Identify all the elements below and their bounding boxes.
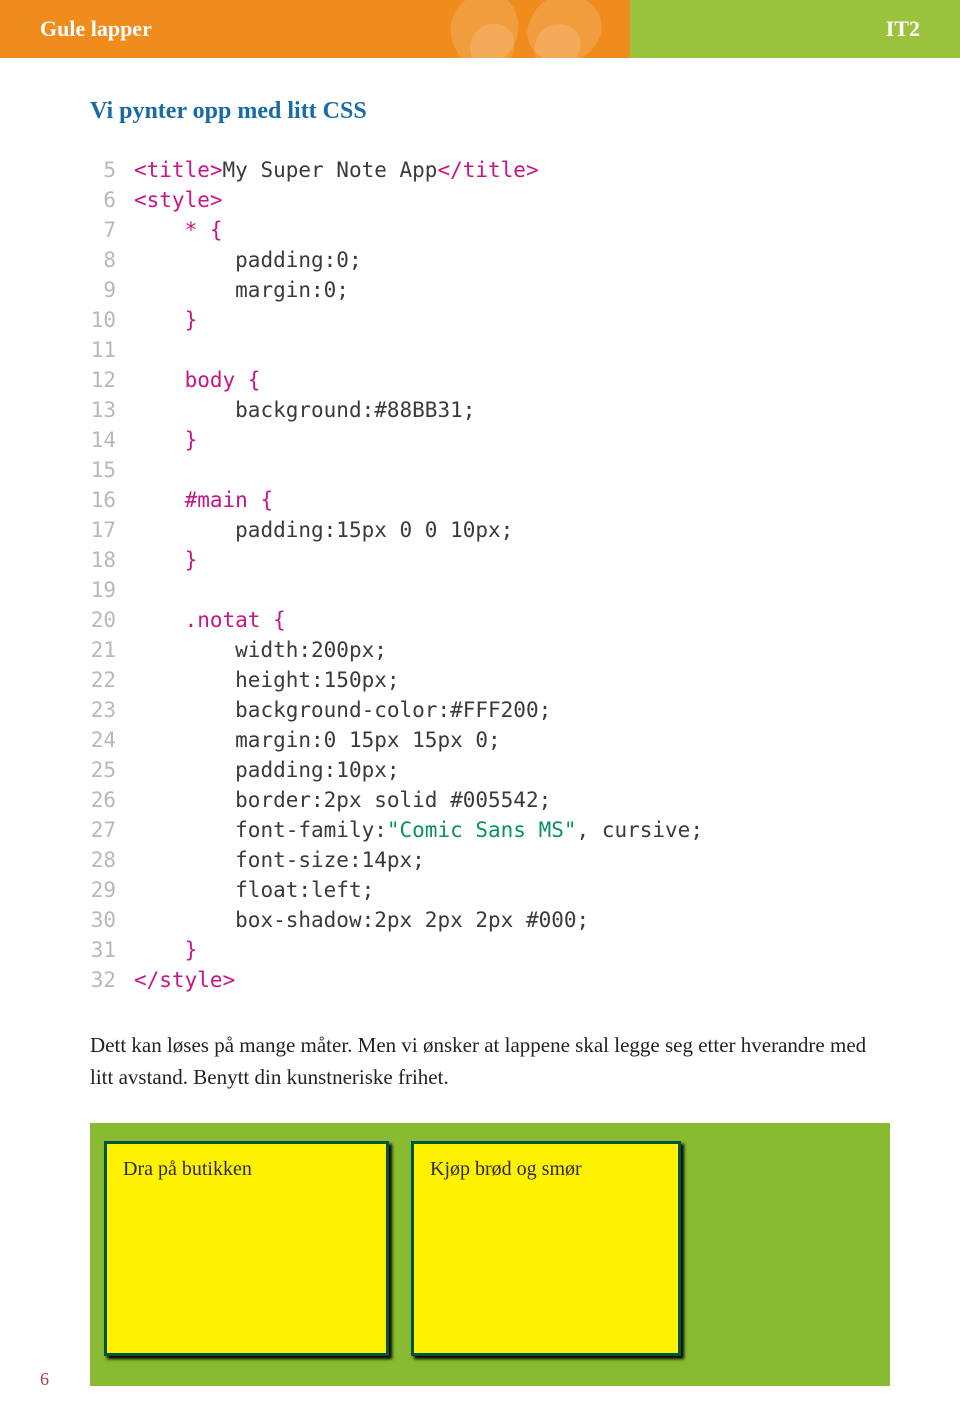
code-content: height:150px; (134, 665, 400, 695)
code-line: 6<style> (90, 185, 890, 215)
line-number: 9 (90, 275, 134, 305)
code-content: box-shadow:2px 2px 2px #000; (134, 905, 589, 935)
line-number: 20 (90, 605, 134, 635)
code-content (134, 575, 147, 605)
line-number: 11 (90, 335, 134, 365)
code-content: margin:0 15px 15px 0; (134, 725, 501, 755)
code-line: 27 font-family:"Comic Sans MS", cursive; (90, 815, 890, 845)
code-content: padding:0; (134, 245, 362, 275)
section-title: Vi pynter opp med litt CSS (90, 98, 890, 125)
code-line: 11 (90, 335, 890, 365)
code-line: 19 (90, 575, 890, 605)
line-number: 31 (90, 935, 134, 965)
note-2-text: Kjøp brød og smør (430, 1158, 582, 1180)
code-line: 26 border:2px solid #005542; (90, 785, 890, 815)
code-content: border:2px solid #005542; (134, 785, 551, 815)
code-content: padding:15px 0 0 10px; (134, 515, 513, 545)
code-line: 12 body { (90, 365, 890, 395)
line-number: 19 (90, 575, 134, 605)
code-content: * { (134, 215, 223, 245)
code-line: 31 } (90, 935, 890, 965)
line-number: 21 (90, 635, 134, 665)
code-content: </style> (134, 965, 235, 995)
code-line: 13 background:#88BB31; (90, 395, 890, 425)
line-number: 22 (90, 665, 134, 695)
code-line: 28 font-size:14px; (90, 845, 890, 875)
code-content: padding:10px; (134, 755, 400, 785)
page-banner: Gule lapper IT2 (0, 0, 960, 58)
code-content: background-color:#FFF200; (134, 695, 551, 725)
code-line: 22 height:150px; (90, 665, 890, 695)
line-number: 7 (90, 215, 134, 245)
code-content: margin:0; (134, 275, 349, 305)
code-line: 23 background-color:#FFF200; (90, 695, 890, 725)
line-number: 13 (90, 395, 134, 425)
line-number: 18 (90, 545, 134, 575)
line-number: 28 (90, 845, 134, 875)
code-line: 24 margin:0 15px 15px 0; (90, 725, 890, 755)
code-line: 14 } (90, 425, 890, 455)
code-content (134, 455, 147, 485)
butterfly-decoration (450, 0, 600, 58)
line-number: 29 (90, 875, 134, 905)
code-line: 21 width:200px; (90, 635, 890, 665)
code-content: .notat { (134, 605, 286, 635)
code-line: 8 padding:0; (90, 245, 890, 275)
code-line: 15 (90, 455, 890, 485)
code-content: font-family:"Comic Sans MS", cursive; (134, 815, 703, 845)
code-content: background:#88BB31; (134, 395, 475, 425)
code-line: 20 .notat { (90, 605, 890, 635)
line-number: 14 (90, 425, 134, 455)
line-number: 17 (90, 515, 134, 545)
page-number: 6 (40, 1369, 49, 1390)
code-content: } (134, 305, 197, 335)
banner-right: IT2 (630, 0, 960, 58)
code-content: <style> (134, 185, 223, 215)
line-number: 6 (90, 185, 134, 215)
line-number: 30 (90, 905, 134, 935)
notes-preview: Dra på butikken Kjøp brød og smør (90, 1123, 890, 1386)
code-content (134, 335, 147, 365)
line-number: 12 (90, 365, 134, 395)
banner-left-title: Gule lapper (40, 16, 152, 42)
code-line: 16 #main { (90, 485, 890, 515)
line-number: 5 (90, 155, 134, 185)
note-1-text: Dra på butikken (123, 1158, 252, 1180)
body-paragraph: Dett kan løses på mange måter. Men vi øn… (90, 1030, 890, 1093)
code-line: 29 float:left; (90, 875, 890, 905)
code-line: 10 } (90, 305, 890, 335)
code-content: } (134, 545, 197, 575)
code-content: float:left; (134, 875, 374, 905)
code-line: 9 margin:0; (90, 275, 890, 305)
code-line: 25 padding:10px; (90, 755, 890, 785)
line-number: 15 (90, 455, 134, 485)
code-editor: 5<title>My Super Note App</title>6<style… (90, 155, 890, 995)
banner-left: Gule lapper (0, 0, 630, 58)
code-content: } (134, 935, 197, 965)
line-number: 25 (90, 755, 134, 785)
line-number: 26 (90, 785, 134, 815)
note-2: Kjøp brød og smør (411, 1141, 681, 1356)
line-number: 23 (90, 695, 134, 725)
code-content: <title>My Super Note App</title> (134, 155, 539, 185)
banner-right-title: IT2 (886, 16, 920, 42)
code-content: #main { (134, 485, 273, 515)
line-number: 32 (90, 965, 134, 995)
line-number: 10 (90, 305, 134, 335)
line-number: 24 (90, 725, 134, 755)
code-content: font-size:14px; (134, 845, 425, 875)
code-content: body { (134, 365, 260, 395)
code-line: 7 * { (90, 215, 890, 245)
line-number: 8 (90, 245, 134, 275)
code-content: width:200px; (134, 635, 387, 665)
code-line: 30 box-shadow:2px 2px 2px #000; (90, 905, 890, 935)
line-number: 27 (90, 815, 134, 845)
code-line: 32</style> (90, 965, 890, 995)
code-content: } (134, 425, 197, 455)
code-line: 17 padding:15px 0 0 10px; (90, 515, 890, 545)
code-line: 5<title>My Super Note App</title> (90, 155, 890, 185)
note-1: Dra på butikken (104, 1141, 389, 1356)
line-number: 16 (90, 485, 134, 515)
code-line: 18 } (90, 545, 890, 575)
